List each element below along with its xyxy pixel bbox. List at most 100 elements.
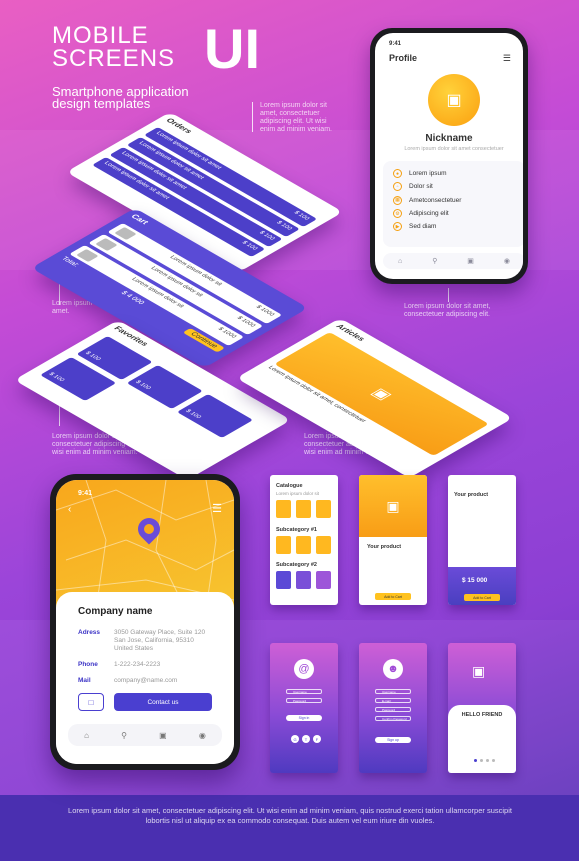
welcome-screen: ▣ HELLO FRIEND (448, 643, 516, 773)
note-top-right: Lorem ipsum dolor sit amet, consectetuer… (260, 102, 332, 133)
footer-band (0, 795, 579, 861)
list-item-label: Lorem ipsum (409, 170, 447, 178)
list-item-label: Dolor sit (409, 183, 433, 191)
username-field[interactable]: Username (286, 689, 322, 694)
status-time: 9:41 (78, 490, 93, 497)
add-to-cart-button[interactable]: Add to Cart (464, 594, 500, 601)
home-icon[interactable]: ⌂ (84, 731, 89, 740)
profile-icon[interactable]: ◉ (504, 257, 510, 265)
map-roads (56, 480, 234, 610)
sign-in-screen: @ Username Password Sign in G T F (270, 643, 338, 773)
list-item-label: Sed diam (409, 223, 437, 231)
contact-us-label: Contact us (147, 698, 179, 706)
phone-row: Phone 1-222-234-2223 (78, 661, 212, 669)
camera-icon: ▣ (446, 92, 462, 109)
page-subtitle: Smartphone application design templates (52, 85, 189, 111)
product-image[interactable]: ▣ (359, 475, 427, 537)
calendar-icon: ▦ (393, 195, 402, 205)
back-arrow-icon[interactable]: ‹ (68, 504, 71, 515)
catalogue-tile[interactable] (296, 500, 311, 518)
page-dots (474, 759, 495, 762)
favorite-price: $ 100 (133, 380, 152, 391)
search-icon[interactable]: ⚲ (121, 731, 127, 740)
sign-up-button[interactable]: Sign up (375, 737, 411, 743)
title-line-mobile: MOBILE (52, 22, 149, 49)
page-dot[interactable] (480, 759, 483, 762)
catalogue-tile[interactable] (276, 500, 291, 518)
page-dot[interactable] (486, 759, 489, 762)
facebook-icon[interactable]: F (313, 735, 321, 743)
catalogue-screen: Catalogue Lorem ipsum dolor sit Subcateg… (270, 475, 338, 605)
bookmark-icon: ▫ (393, 182, 402, 192)
avatar[interactable]: ▣ (428, 74, 480, 126)
email-field[interactable]: E-mail (375, 698, 411, 703)
list-item[interactable]: ⚙ Adipiscing elit (393, 207, 515, 220)
contact-us-button[interactable]: Contact us (114, 693, 212, 711)
catalogue-tile[interactable] (316, 500, 331, 518)
profile-phone: 9:41 Profile ☰ ▣ Nickname Lorem ipsum do… (370, 28, 528, 284)
contact-actions: □ Contact us (78, 693, 212, 711)
profile-menu-list: ● Lorem ipsum ▫ Dolor sit ▦ Ametconsectetue… (383, 161, 523, 247)
list-item[interactable]: ▦ Ametconsectetuer (393, 194, 515, 207)
phone-value[interactable]: 1-222-234-2223 (114, 661, 212, 669)
search-icon[interactable]: ⚲ (432, 257, 437, 265)
welcome-title: HELLO FRIEND (461, 712, 503, 718)
catalogue-tile[interactable] (316, 536, 331, 554)
settings-icon: ⚙ (393, 209, 402, 219)
chat-button[interactable]: □ (78, 693, 104, 711)
hamburger-icon[interactable]: ☰ (212, 502, 222, 515)
username-field[interactable]: Username (375, 689, 411, 694)
password-field[interactable]: Password (286, 698, 322, 703)
title-ui: UI (204, 17, 260, 80)
list-item-label: Ametconsectetuer (409, 196, 462, 204)
hamburger-icon[interactable]: ☰ (503, 53, 511, 64)
sign-up-screen: ☻ Username E-mail Password Confirm Passw… (359, 643, 427, 773)
product-detail-title: Your product (454, 492, 489, 498)
sign-in-button[interactable]: Sign in (286, 715, 322, 721)
catalogue-tile[interactable] (276, 571, 291, 589)
profile-icon[interactable]: ◉ (199, 731, 206, 740)
profile-nickname: Nickname (425, 133, 473, 144)
list-item[interactable]: ● Lorem ipsum (393, 167, 515, 180)
note-mid-right: Lorem ipsum dolor sit amet, consectetuer… (404, 303, 491, 318)
tab-bar: ⌂ ⚲ ▣ ◉ (68, 724, 222, 746)
page-title: MOBILE SCREENS UI (52, 21, 260, 77)
confirm-password-field[interactable]: Confirm Password (375, 716, 411, 721)
profile-screen: 9:41 Profile ☰ ▣ Nickname Lorem ipsum do… (375, 33, 523, 279)
home-icon[interactable]: ⌂ (398, 258, 402, 265)
cart-item-price: $ 1000 (216, 326, 238, 339)
catalogue-tile[interactable] (276, 536, 291, 554)
image-placeholder-icon (95, 238, 118, 251)
phone-label: Phone (78, 661, 98, 668)
page-dot[interactable] (474, 759, 477, 762)
mail-label: Mail (78, 677, 91, 684)
twitter-icon[interactable]: T (302, 735, 310, 743)
footer-text: Lorem ipsum dolor sit amet, consectetuer… (68, 806, 512, 825)
camera-icon: ▣ (386, 497, 400, 514)
cart-item-price: $ 1000 (254, 304, 276, 317)
cart-icon[interactable]: ▣ (467, 257, 474, 265)
product-screen: ▣ Your product Add to Cart (359, 475, 427, 605)
catalogue-tile[interactable] (296, 536, 311, 554)
subtitle-line-2: design templates (52, 96, 151, 111)
order-price: $ 100 (257, 230, 276, 241)
add-to-cart-button[interactable]: Add to Cart (375, 593, 411, 600)
subcategory-2-title: Subcategory #2 (276, 562, 317, 568)
map-view[interactable]: 9:41 ‹ ☰ (56, 480, 234, 610)
profile-subtitle: Lorem ipsum dolor sit amet consectetuer (404, 146, 504, 152)
password-field[interactable]: Password (375, 707, 411, 712)
map-phone: 9:41 ‹ ☰ Company name Adress 3050 Gatewa… (50, 474, 240, 770)
google-icon[interactable]: G (291, 735, 299, 743)
mail-value[interactable]: company@name.com (114, 677, 212, 685)
user-avatar-icon: ☻ (383, 659, 403, 679)
catalogue-tile[interactable] (296, 571, 311, 589)
iso-articles-screen: Articles ▣ Lorem ipsum dolor sit amet, c… (236, 318, 514, 478)
catalogue-tile[interactable] (316, 571, 331, 589)
page-dot[interactable] (492, 759, 495, 762)
catalogue-title: Catalogue (276, 483, 303, 489)
mail-row: Mail company@name.com (78, 677, 212, 685)
cart-icon[interactable]: ▣ (159, 731, 167, 740)
status-time: 9:41 (389, 41, 402, 47)
list-item[interactable]: ▶ Sed diam (393, 220, 515, 233)
list-item[interactable]: ▫ Dolor sit (393, 180, 515, 193)
